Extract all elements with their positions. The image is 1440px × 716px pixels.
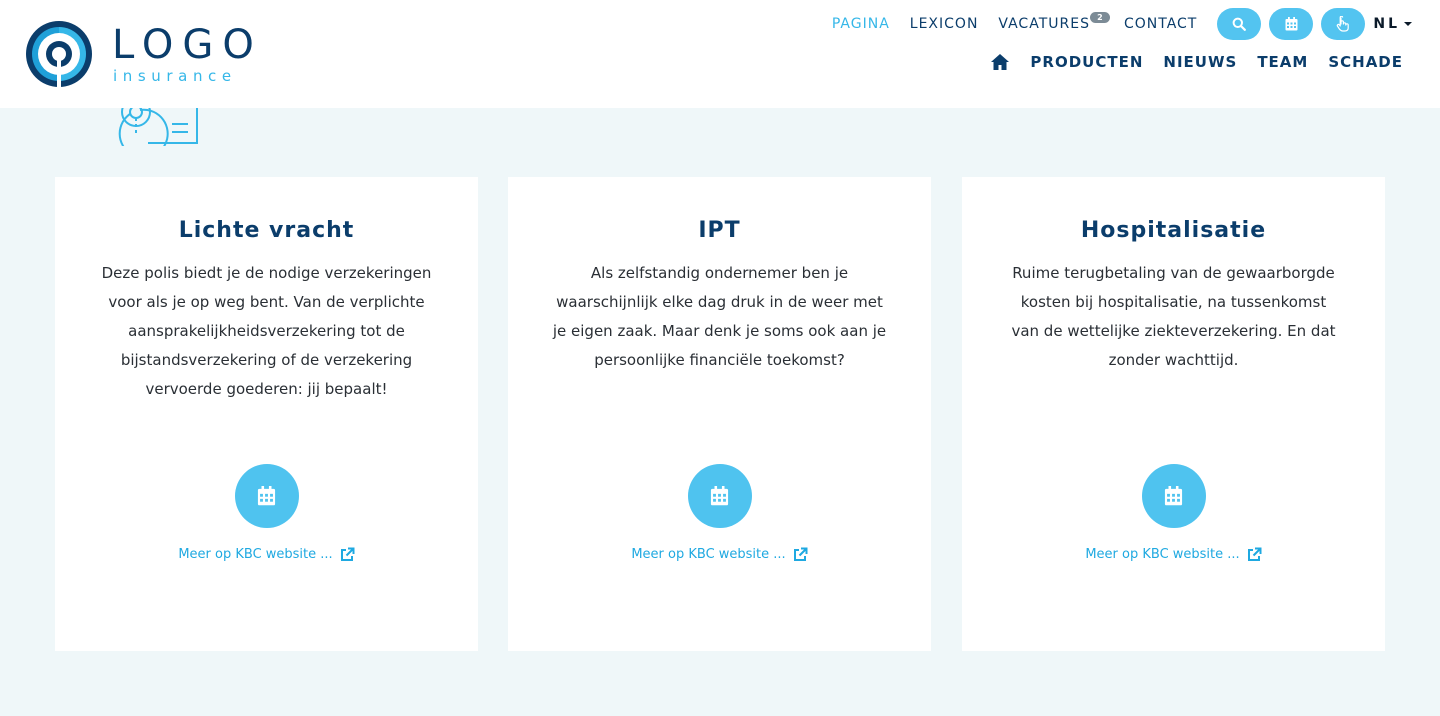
product-card: Hospitalisatie Ruime terugbetaling van d…: [962, 177, 1385, 651]
product-card: IPT Als zelfstandig ondernemer ben je wa…: [508, 177, 931, 651]
card-link-label: Meer op KBC website ...: [1085, 547, 1240, 562]
topnav-lexicon[interactable]: LEXICON: [910, 14, 979, 34]
card-external-link[interactable]: Meer op KBC website ...: [508, 545, 931, 565]
mainnav-schade[interactable]: SCHADE: [1328, 51, 1403, 73]
calendar-icon: [1164, 486, 1183, 506]
mainnav-producten[interactable]: PRODUCTEN: [1030, 51, 1143, 73]
language-selector[interactable]: NL: [1373, 16, 1412, 32]
topnav-contact[interactable]: CONTACT: [1124, 14, 1197, 34]
logo-link[interactable]: LOGO insurance: [26, 21, 256, 91]
card-description: Deze polis biedt je de nodige verzekerin…: [101, 264, 432, 398]
mainnav-team[interactable]: TEAM: [1257, 51, 1308, 73]
calendar-icon: [710, 486, 729, 506]
card-external-link[interactable]: Meer op KBC website ...: [962, 545, 1385, 565]
calendar-icon: [1285, 17, 1298, 31]
logo-tagline: insurance: [113, 67, 237, 85]
card-calendar-button[interactable]: [687, 464, 752, 528]
vacatures-count-badge: 2: [1089, 12, 1110, 23]
card-description: Als zelfstandig ondernemer ben je waarsc…: [552, 264, 887, 369]
card-title: Lichte vracht: [178, 218, 355, 243]
card-link-label: Meer op KBC website ...: [178, 547, 333, 562]
search-button[interactable]: [1217, 8, 1262, 40]
quick-actions: [1217, 8, 1366, 40]
home-icon: [991, 54, 1010, 70]
topnav-vacatures-label: VACATURES: [998, 16, 1090, 32]
product-card: Lichte vracht Deze polis biedt je de nod…: [55, 177, 478, 651]
language-label: NL: [1373, 16, 1400, 32]
home-link[interactable]: [990, 53, 1010, 71]
external-link-icon: [340, 547, 355, 561]
card-calendar-button[interactable]: [1141, 464, 1206, 528]
main-navigation: PRODUCTEN NIEUWS TEAM SCHADE: [990, 50, 1403, 74]
logo-icon: [26, 21, 92, 87]
topnav-pagina[interactable]: PAGINA: [832, 14, 890, 34]
card-title: Hospitalisatie: [1080, 218, 1267, 243]
site-header: LOGO insurance PAGINA LEXICON VACATURES 2…: [0, 0, 1440, 108]
hand-button[interactable]: [1321, 8, 1366, 40]
top-navigation: PAGINA LEXICON VACATURES 2 CONTACT NL: [832, 8, 1412, 40]
topnav-vacatures[interactable]: VACATURES 2: [998, 12, 1110, 34]
card-calendar-button[interactable]: [234, 464, 299, 528]
calendar-icon: [257, 486, 276, 506]
card-title: IPT: [698, 218, 741, 243]
card-description: Ruime terugbetaling van de gewaarborgde …: [1011, 264, 1336, 369]
card-link-label: Meer op KBC website ...: [631, 547, 786, 562]
product-cards: Lichte vracht Deze polis biedt je de nod…: [55, 177, 1385, 651]
calendar-button[interactable]: [1269, 8, 1314, 40]
search-icon: [1232, 17, 1247, 31]
mainnav-nieuws[interactable]: NIEUWS: [1163, 51, 1237, 73]
external-link-icon: [793, 547, 808, 561]
external-link-icon: [1247, 547, 1262, 561]
card-external-link[interactable]: Meer op KBC website ...: [55, 545, 478, 565]
logo-wordmark: LOGO: [112, 22, 263, 68]
hand-pointer-icon: [1337, 16, 1350, 32]
chevron-down-icon: [1404, 22, 1412, 26]
